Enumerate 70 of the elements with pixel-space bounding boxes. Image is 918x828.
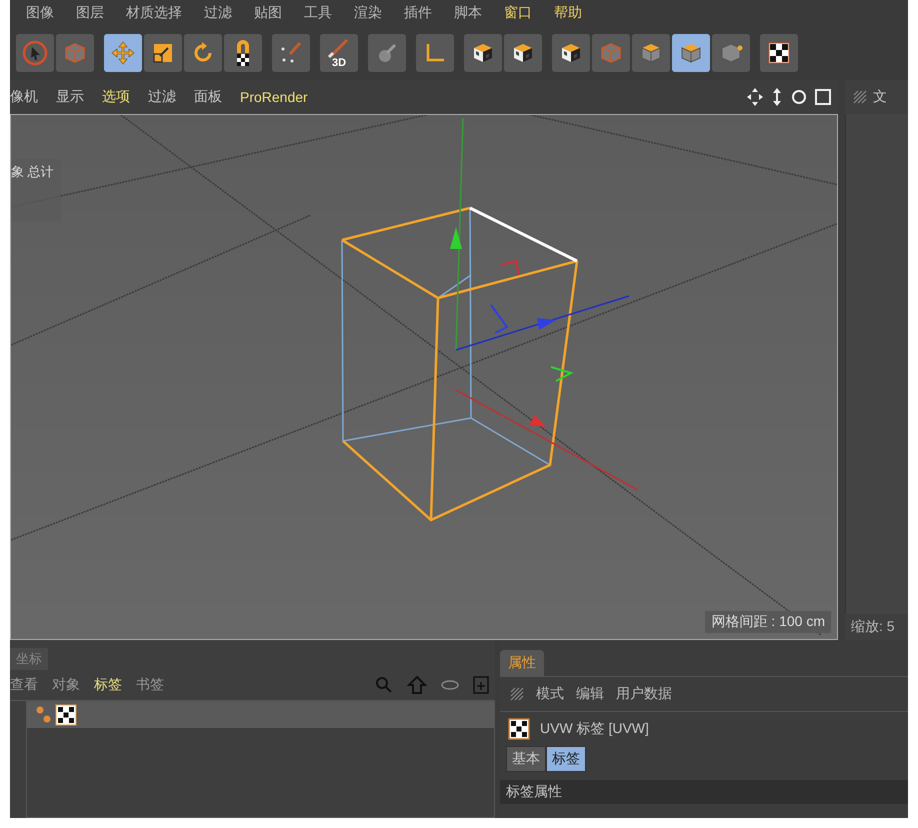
checker-cube-icon [471, 41, 495, 65]
panel-tab[interactable]: 属性 [500, 650, 544, 676]
menu-item[interactable]: 图像 [26, 4, 54, 22]
tool-button[interactable] [464, 34, 502, 72]
viewport[interactable]: 象 总计 网格间距 : 100 cm [10, 114, 838, 640]
menu-item[interactable]: 书签 [136, 676, 164, 694]
scale-icon [152, 42, 174, 64]
box-wireframe-drawing[interactable] [340, 206, 578, 522]
cube-icon [599, 41, 623, 65]
menu-item[interactable]: 过滤 [204, 4, 232, 22]
viewport-menu-item[interactable]: 过滤 [148, 88, 176, 106]
tool-button[interactable] [760, 34, 798, 72]
viewport-menu-item[interactable]: 像机 [10, 88, 38, 106]
rotation-handles-drawing[interactable] [490, 260, 574, 382]
magnet-icon [234, 39, 252, 67]
tool-button[interactable] [224, 34, 262, 72]
grip-icon [853, 90, 867, 104]
home-icon[interactable] [407, 675, 427, 695]
move-arrows-icon [110, 40, 136, 66]
tool-button[interactable] [552, 34, 590, 72]
menu-item[interactable]: 窗口 [504, 4, 532, 22]
checker-tag-icon [508, 718, 530, 740]
tab[interactable]: 标签 [546, 746, 586, 772]
checker-cube-icon [511, 41, 535, 65]
menu-item[interactable]: 对象 [52, 676, 80, 694]
tool-button[interactable]: 3D [320, 34, 358, 72]
viewport-menu-item[interactable]: 面板 [194, 88, 222, 106]
menu-item[interactable]: 帮助 [554, 4, 582, 22]
checker-tag-icon [55, 704, 77, 726]
y-axis-arrow[interactable] [450, 118, 464, 350]
menu-item[interactable]: 渲染 [354, 4, 382, 22]
checker-cube-icon [559, 41, 583, 65]
menu-item[interactable]: 脚本 [454, 4, 482, 22]
viewport-menu-item[interactable]: 选项 [102, 88, 130, 106]
cursor-icon [22, 40, 48, 66]
menu-item[interactable]: 材质选择 [126, 4, 182, 22]
cube-face-icon [679, 41, 703, 65]
cube-icon [63, 41, 87, 65]
tab[interactable]: 基本 [506, 746, 546, 772]
menu-item[interactable]: 插件 [404, 4, 432, 22]
object-row[interactable] [27, 702, 494, 728]
navigation-icons[interactable] [746, 87, 832, 107]
brush-icon [327, 38, 351, 58]
checker-icon [768, 42, 790, 64]
add-icon[interactable] [473, 676, 489, 694]
z-axis-arrow[interactable] [456, 295, 630, 351]
search-icon[interactable] [375, 676, 393, 694]
menu-item[interactable]: 模式 [536, 685, 564, 703]
axis-corner-icon [424, 42, 446, 64]
zoom-label: 缩放: 5 [850, 617, 896, 636]
menu-item[interactable]: 标签 [94, 676, 122, 694]
grid-spacing-label: 网格间距 : 100 cm [705, 611, 831, 633]
viewport-menu-item[interactable]: ProRender [240, 89, 308, 105]
section-title: 标签属性 [506, 783, 562, 799]
grip-icon [510, 687, 524, 701]
viewport-menu-item[interactable]: 显示 [56, 88, 84, 106]
eye-icon[interactable] [441, 680, 459, 690]
panel-title: 文 [873, 88, 887, 106]
object-title: UVW 标签 [UVW] [540, 720, 649, 738]
menu-item[interactable]: 用户数据 [616, 685, 672, 703]
x-axis-arrow[interactable] [456, 389, 638, 491]
menu-item[interactable]: 图层 [76, 4, 104, 22]
menu-item[interactable]: 编辑 [576, 685, 604, 703]
object-dots-icon [35, 705, 53, 725]
menu-item[interactable]: 贴图 [254, 4, 282, 22]
hud-text: 象 总计 [11, 163, 54, 181]
tool-button[interactable] [144, 34, 182, 72]
tool-button[interactable] [504, 34, 542, 72]
menu-item[interactable]: 工具 [304, 4, 332, 22]
menu-item[interactable]: 查看 [10, 676, 38, 694]
